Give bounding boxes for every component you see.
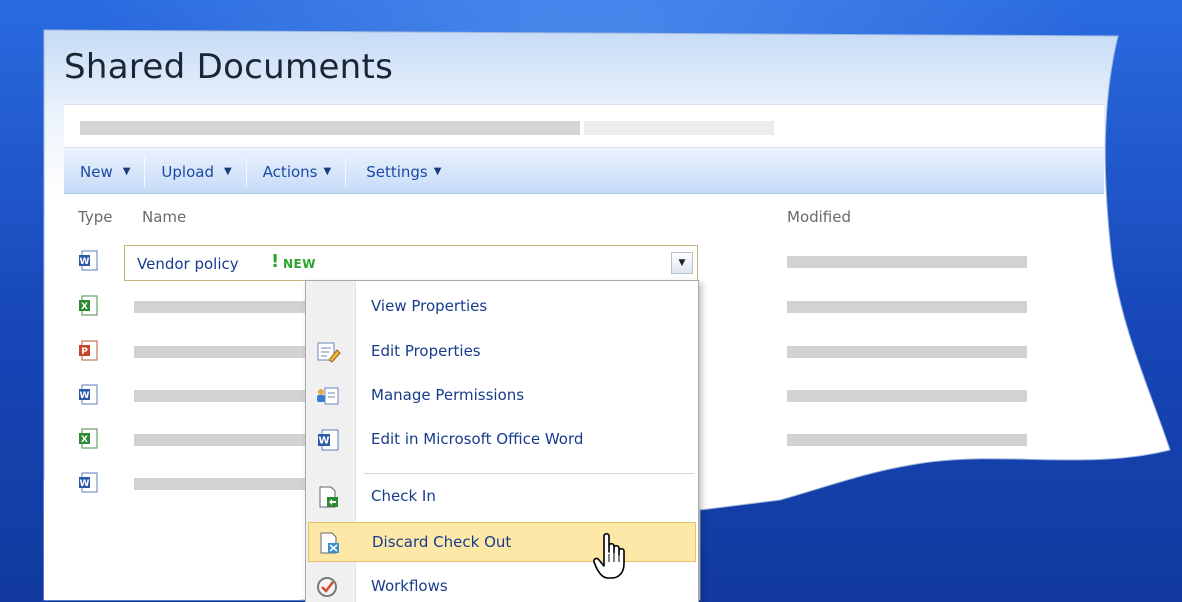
manage-permissions-icon [317,387,339,405]
svg-text:W: W [80,479,90,489]
new-menu-label: New [80,162,113,181]
settings-menu-label: Settings [366,162,428,181]
modified-placeholder [787,301,1027,313]
breadcrumb-bar [64,104,1104,148]
menu-divider [364,473,694,474]
document-name-link[interactable]: Vendor policy [137,255,239,273]
menu-item-edit-in-word[interactable]: W Edit in Microsoft Office Word [306,420,698,460]
name-placeholder [134,390,334,402]
name-placeholder [134,301,334,313]
chevron-down-icon: ▼ [433,166,442,177]
new-exclamation-icon: ! [271,251,280,272]
menu-item-view-properties[interactable]: View Properties [306,287,698,327]
edit-properties-icon [317,342,341,363]
chevron-down-icon: ▼ [323,166,332,177]
chevron-down-icon: ▼ [223,166,232,177]
item-dropdown-button[interactable]: ▼ [671,252,693,274]
workflows-icon [317,577,337,597]
menu-item-label: View Properties [371,297,488,315]
column-header-type[interactable]: Type [78,208,112,226]
word-doc-icon: W [318,429,339,451]
menu-item-label: Discard Check Out [372,533,512,551]
menu-item-label: Manage Permissions [371,386,525,404]
actions-menu-label: Actions [262,162,318,181]
svg-text:P: P [81,347,88,357]
modified-placeholder [787,434,1027,446]
menu-item-label: Check In [371,487,436,505]
menu-item-discard-check-out[interactable]: Discard Check Out [308,522,696,562]
item-context-menu: View Properties Edit Properties Manage P… [305,280,699,602]
menu-item-workflows[interactable]: Workflows [306,567,698,602]
check-in-icon [319,486,338,508]
new-badge: NEW [283,257,316,271]
modified-placeholder [787,346,1027,358]
actions-menu-button[interactable]: Actions ▼ [247,157,346,187]
name-placeholder [134,346,334,358]
breadcrumb-placeholder [80,121,580,135]
hand-pointer-cursor-icon [593,532,625,579]
menu-item-label: Edit in Microsoft Office Word [371,430,584,448]
menu-item-manage-permissions[interactable]: Manage Permissions [306,376,698,416]
name-placeholder [134,434,334,446]
new-menu-button[interactable]: New ▼ [64,157,144,187]
breadcrumb-placeholder [584,121,774,135]
svg-text:X: X [81,435,88,445]
menu-item-label: Edit Properties [371,342,481,360]
menu-item-edit-properties[interactable]: Edit Properties [306,332,698,372]
column-header-name[interactable]: Name [142,208,186,226]
settings-menu-button[interactable]: Settings ▼ [346,157,455,187]
svg-text:W: W [318,436,329,447]
upload-menu-button[interactable]: Upload ▼ [145,157,245,187]
discard-check-out-icon [320,532,339,554]
word-doc-icon: W [79,384,98,405]
name-placeholder [134,478,334,490]
upload-menu-label: Upload [161,162,214,181]
library-toolbar: New ▼ Upload ▼ Actions ▼ Settings ▼ [64,150,1104,194]
excel-doc-icon: X [79,428,98,449]
modified-placeholder [787,390,1027,402]
chevron-down-icon: ▼ [122,166,131,177]
column-headers: Type Name Modified [64,200,1104,234]
column-header-modified[interactable]: Modified [787,208,851,226]
svg-text:W: W [80,391,90,401]
menu-item-check-in[interactable]: Check In [306,477,698,517]
selected-item-name-box[interactable]: Vendor policy ! NEW ▼ [124,245,698,281]
svg-text:W: W [80,257,90,267]
word-doc-icon: W [79,250,98,271]
modified-placeholder [787,256,1027,268]
menu-item-label: Workflows [371,577,448,595]
page-title: Shared Documents [64,47,394,87]
powerpoint-doc-icon: P [79,340,98,361]
excel-doc-icon: X [79,295,98,316]
svg-text:X: X [81,302,88,312]
word-doc-icon: W [79,472,98,493]
